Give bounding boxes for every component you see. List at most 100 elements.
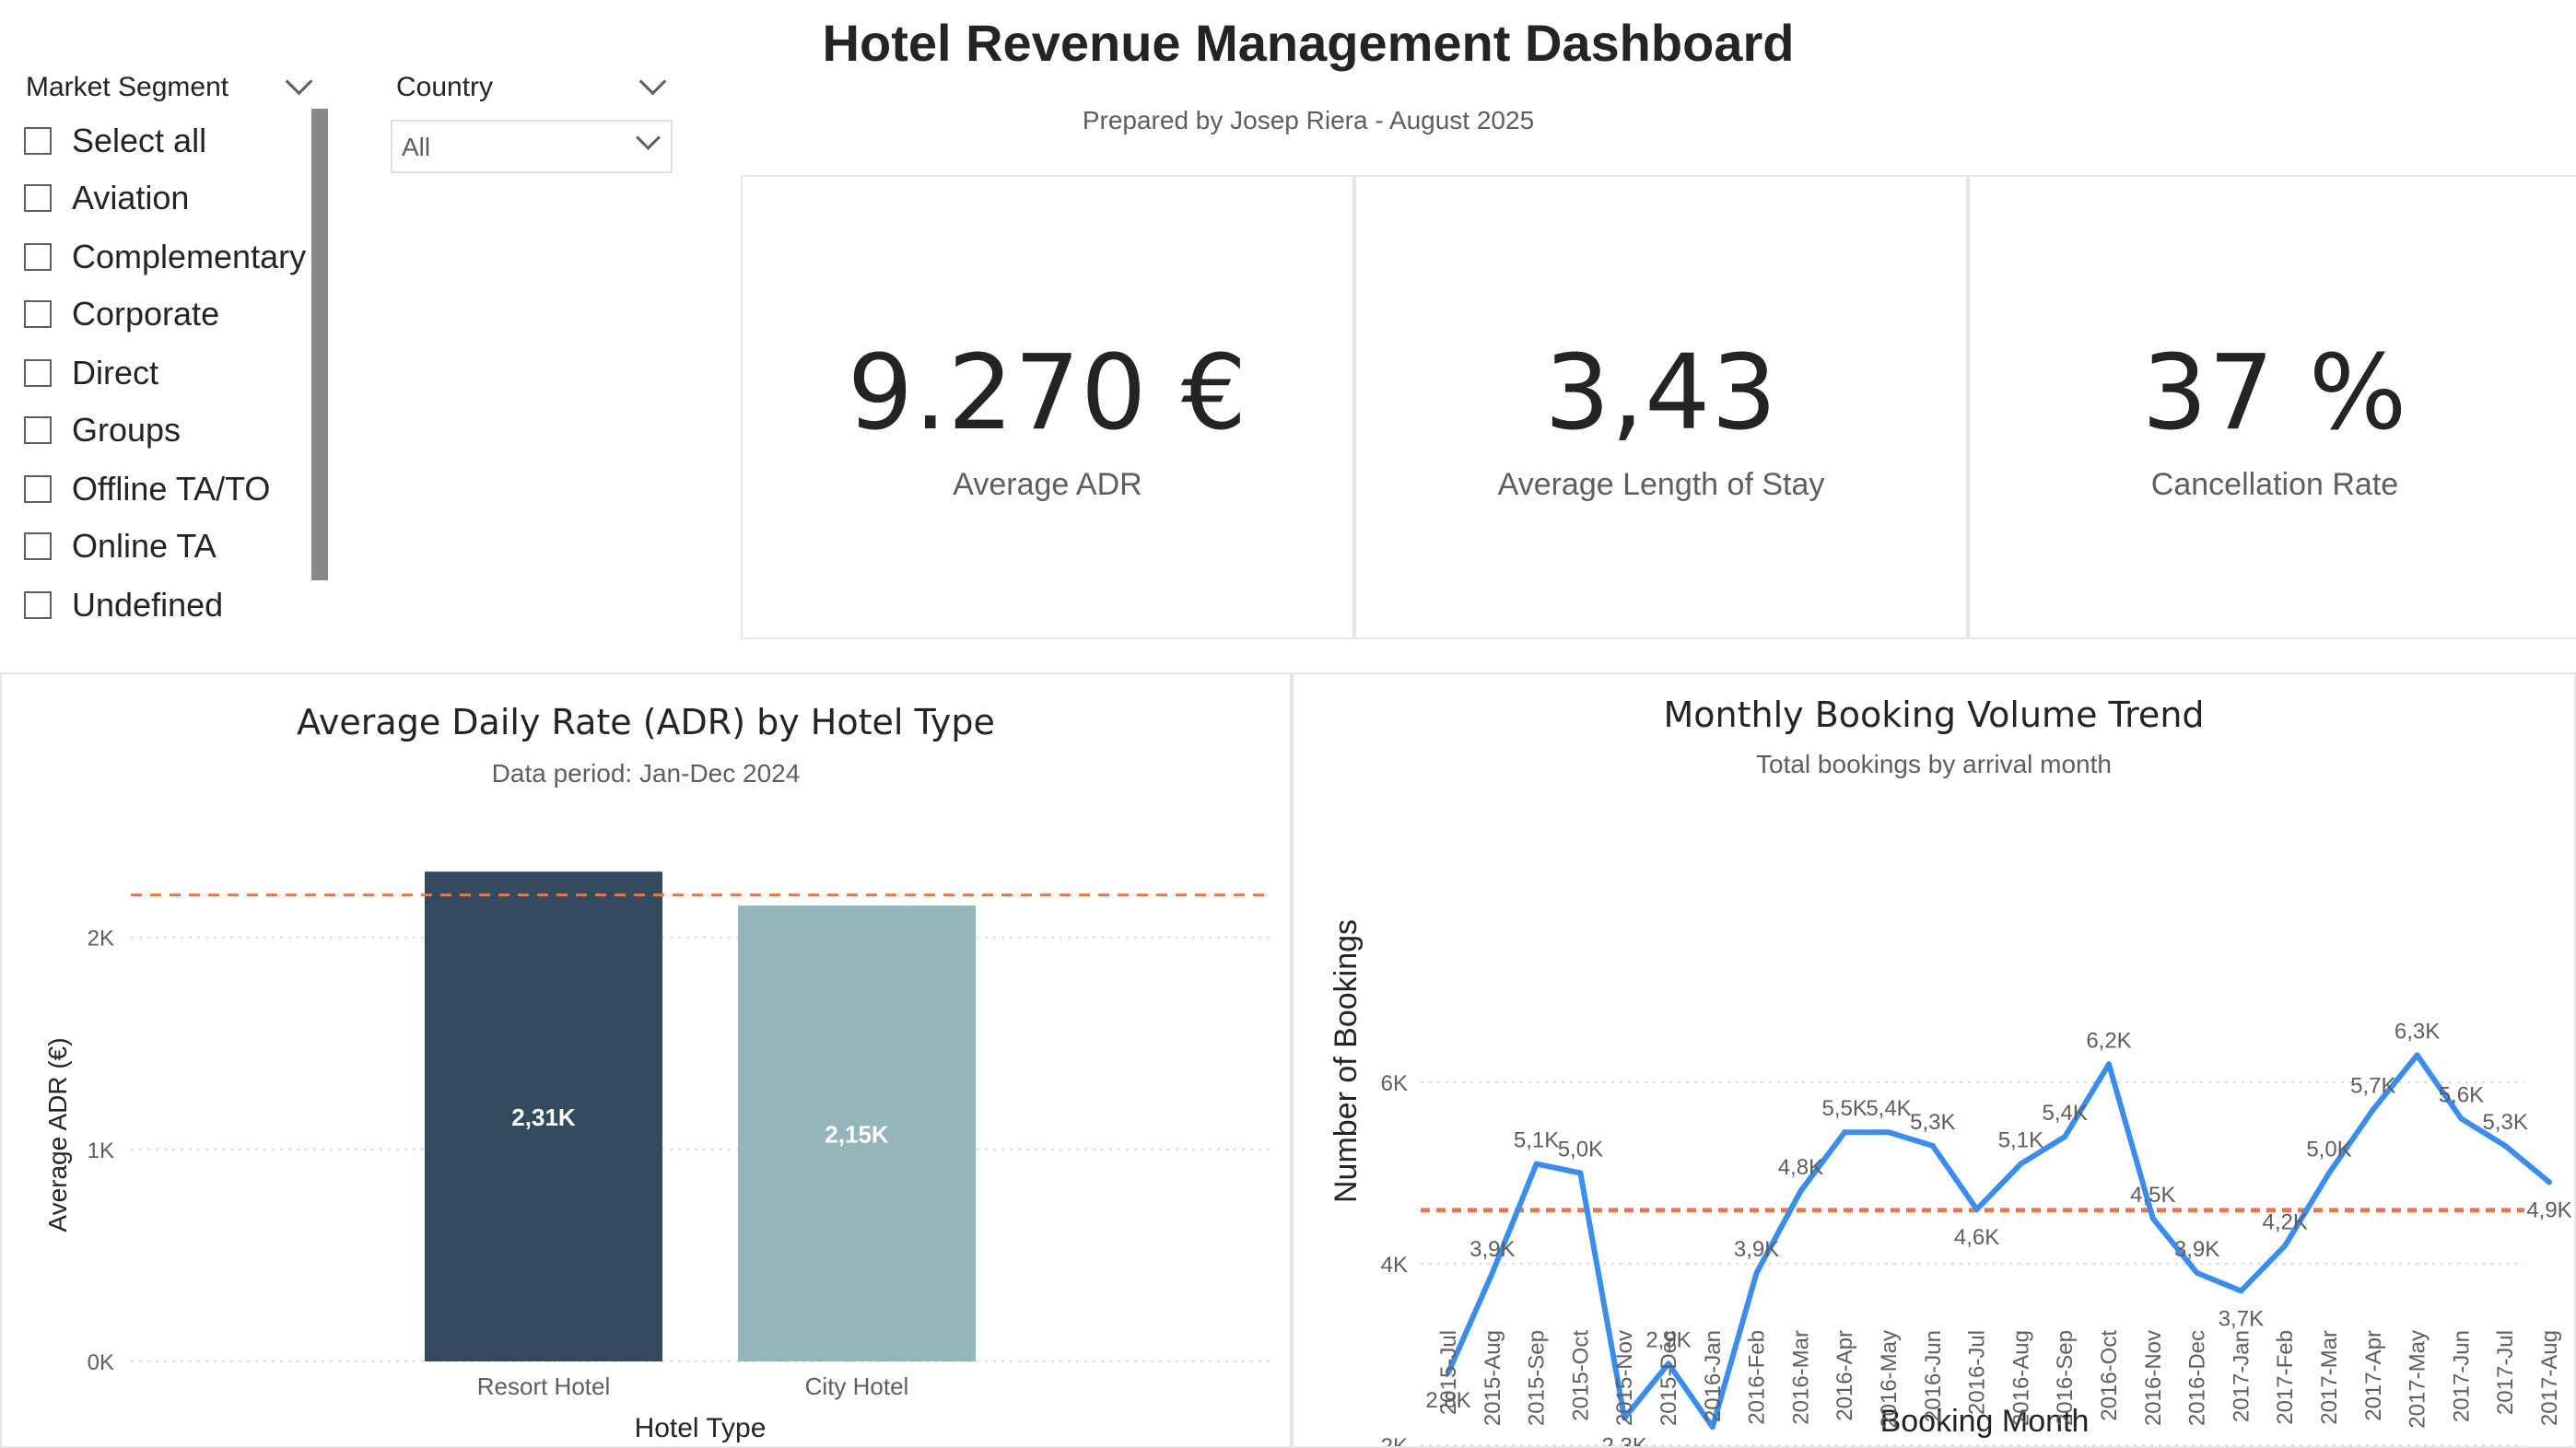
data-label: 4,5K [2130, 1183, 2175, 1208]
data-label: 3,9K [1734, 1237, 1779, 1262]
data-point [1929, 1142, 1936, 1149]
y-tick-label: 4K [1381, 1253, 1408, 1278]
data-label: 4,6K [1954, 1225, 1999, 1250]
data-label: 5,0K [2306, 1138, 2351, 1162]
slicer-scrollbar[interactable] [311, 109, 328, 580]
kpi-value: 3,43 [1544, 333, 1778, 453]
data-point [1709, 1424, 1715, 1430]
segment-item-select-all[interactable]: Select all [24, 122, 207, 159]
country-slicer: Country All [387, 64, 682, 184]
dashboard-subtitle: Prepared by Josep Riera - August 2025 [1082, 106, 1535, 134]
x-tick-label: 2016-Nov [2141, 1330, 2166, 1426]
x-tick-label: 2017-Jan [2229, 1330, 2254, 1422]
data-label: 2,15K [825, 1121, 889, 1149]
country-label: Country [396, 72, 494, 102]
data-label: 4,2K [2263, 1209, 2308, 1234]
y-axis-title: Number of Bookings [1329, 919, 1364, 1203]
data-label: 5,1K [1514, 1128, 1559, 1153]
data-point [2370, 1106, 2376, 1113]
segment-item-complementary[interactable]: Complementary [24, 238, 306, 275]
segment-item-label: Direct [72, 354, 159, 391]
data-point [2282, 1243, 2289, 1249]
segment-item-label: Corporate [72, 295, 220, 333]
x-tick-label: 2016-Jul [1965, 1330, 1990, 1415]
x-tick-label: 2016-Mar [1788, 1330, 1813, 1425]
kpi-card-cancellation-rate: 37 % Cancellation Rate [1968, 175, 2576, 639]
y-tick-label: 0K [88, 1350, 114, 1375]
data-point [2458, 1115, 2465, 1122]
checkbox[interactable] [24, 591, 52, 619]
data-point [1533, 1161, 1540, 1167]
segment-item-label: Offline TA/TO [72, 470, 271, 508]
data-label: 5,3K [1910, 1110, 1955, 1135]
data-point [1886, 1129, 1891, 1136]
checkbox[interactable] [24, 184, 52, 212]
checkbox[interactable] [24, 127, 52, 155]
country-dropdown-value: All [402, 133, 431, 161]
x-tick-label: 2016-May [1877, 1330, 1902, 1429]
x-tick-label: 2017-Jun [2449, 1330, 2474, 1422]
data-point [1973, 1206, 1980, 1212]
dashboard-title: Hotel Revenue Management Dashboard [822, 14, 1795, 72]
data-point [2547, 1179, 2552, 1185]
x-tick-label: 2015-Nov [1612, 1330, 1637, 1426]
market-segment-slicer: Market Segment Select all Aviation Compl… [0, 64, 350, 636]
kpi-label: Average Length of Stay [1497, 467, 1825, 502]
segment-item-label: Aviation [72, 179, 190, 216]
data-label: 5,6K [2439, 1082, 2484, 1107]
chevron-down-icon[interactable] [285, 67, 313, 96]
data-point [2106, 1061, 2112, 1068]
data-label: 5,1K [1998, 1128, 2043, 1153]
data-label: 3,9K [2174, 1237, 2219, 1262]
x-tick-label: 2016-Jan [1701, 1330, 1726, 1422]
data-label: 5,5K [1822, 1096, 1868, 1121]
checkbox[interactable] [24, 359, 52, 387]
country-dropdown[interactable]: All [391, 120, 673, 173]
data-point [2194, 1269, 2200, 1276]
data-point [2018, 1161, 2024, 1167]
segment-item-offline-ta-to[interactable]: Offline TA/TO [24, 470, 271, 508]
adr-chart-panel: Average Daily Rate (ADR) by Hotel Type D… [0, 672, 1292, 1448]
data-point [2414, 1052, 2420, 1058]
data-point [1577, 1170, 1584, 1176]
segment-item-undefined[interactable]: Undefined [24, 586, 224, 624]
checkbox[interactable] [24, 416, 52, 444]
y-axis-title: Average ADR (€) [43, 1037, 72, 1232]
x-tick-label: 2016-Aug [2008, 1330, 2033, 1426]
x-tick-label: 2016-Oct [2097, 1330, 2122, 1421]
x-tick-label: 2016-Dec [2185, 1330, 2210, 1426]
booking-line-chart: Number of Bookings Booking Month 2K4K6K2… [1329, 919, 2572, 1446]
checkbox[interactable] [24, 300, 52, 328]
segment-item-aviation[interactable]: Aviation [24, 179, 190, 216]
x-tick-label: 2017-Jul [2493, 1330, 2518, 1415]
x-tick-label: 2015-Aug [1481, 1330, 1505, 1426]
x-tick-label: 2016-Jun [1921, 1330, 1946, 1422]
checkbox[interactable] [24, 475, 52, 503]
x-tick-label: City Hotel [805, 1372, 909, 1400]
data-label: 2,3K [1602, 1433, 1647, 1446]
kpi-value: 9.270 € [847, 333, 1248, 453]
segment-item-label: Select all [72, 122, 207, 159]
checkbox[interactable] [24, 243, 52, 271]
checkbox[interactable] [24, 532, 52, 560]
segment-item-label: Undefined [72, 586, 224, 624]
kpi-value: 37 % [2141, 333, 2408, 453]
x-tick-label: 2015-Dec [1657, 1330, 1681, 1426]
data-point [1753, 1269, 1760, 1276]
market-segment-label: Market Segment [26, 72, 229, 102]
data-point [1489, 1269, 1495, 1276]
data-label: 4,8K [1778, 1155, 1823, 1180]
data-label: 4,9K [2526, 1197, 2571, 1222]
segment-item-direct[interactable]: Direct [24, 354, 159, 391]
segment-item-corporate[interactable]: Corporate [24, 295, 220, 333]
x-tick-label: 2016-Sep [2053, 1330, 2078, 1426]
data-label: 5,4K [1866, 1096, 1911, 1121]
x-tick-label: 2017-Aug [2537, 1330, 2562, 1426]
chevron-down-icon[interactable] [638, 67, 667, 96]
y-tick-label: 2K [1381, 1434, 1408, 1446]
segment-item-online-ta[interactable]: Online TA [24, 527, 217, 565]
segment-item-groups[interactable]: Groups [24, 411, 181, 449]
data-label: 6,3K [2395, 1019, 2440, 1044]
y-tick-label: 1K [88, 1139, 114, 1163]
x-tick-label: 2015-Oct [1568, 1330, 1593, 1421]
